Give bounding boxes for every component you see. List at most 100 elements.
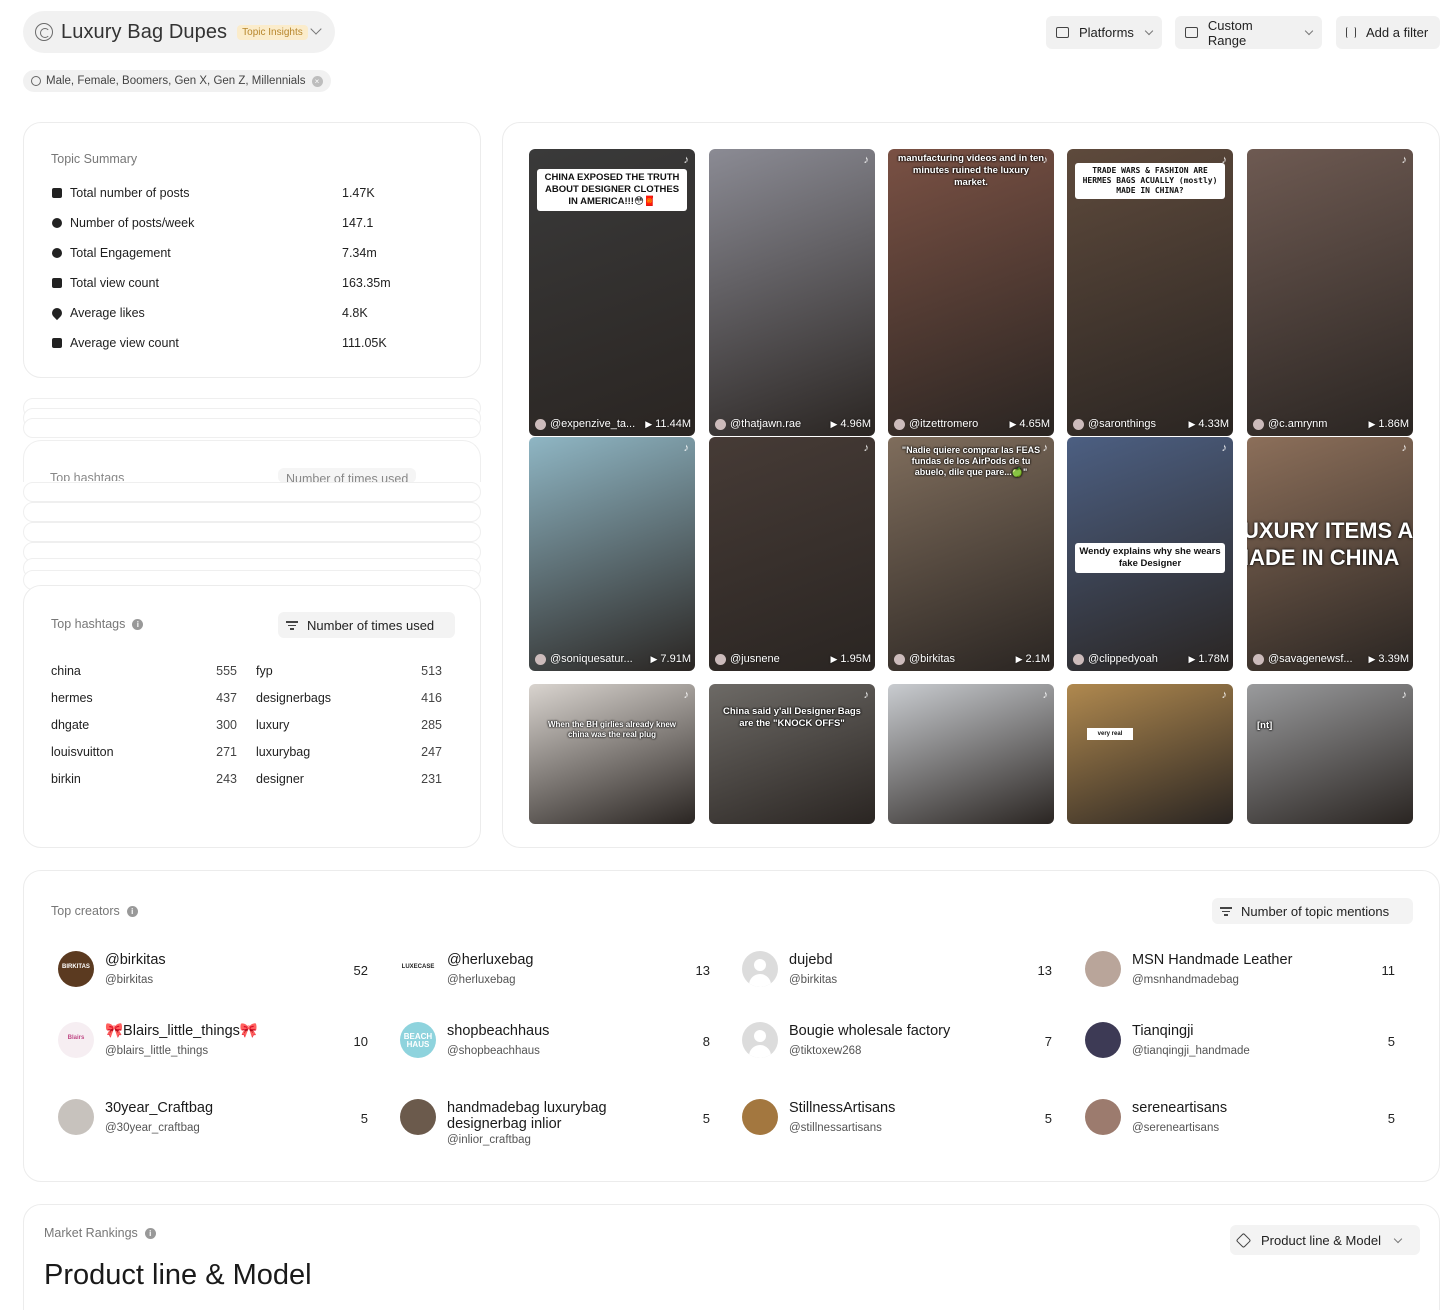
demographics-filter-chip[interactable]: Male, Female, Boomers, Gen X, Gen Z, Mil… (23, 70, 331, 92)
creator-avatar (894, 418, 905, 430)
video-thumbnail[interactable]: ♪ UXURY ITEMS A IADE IN CHINA @savagenewsf… (1247, 437, 1413, 671)
hashtag-count: 285 (421, 718, 442, 732)
creator-row[interactable]: LUXECASE @herluxebag @herluxebag 13 (390, 948, 710, 990)
video-creator-handle[interactable]: @itzettromero (909, 418, 1010, 430)
tiktok-icon: ♪ (683, 154, 690, 166)
creator-avatar (742, 951, 778, 987)
creator-row[interactable]: sereneartisans @sereneartisans 5 (1075, 1096, 1395, 1138)
video-thumbnail[interactable]: ♪ manufacturing videos and in ten minutes… (888, 149, 1054, 436)
video-thumbnail[interactable]: ♪ TRADE WARS & FASHION ARE HERMES BAGS AC… (1067, 149, 1233, 436)
video-thumbnail[interactable]: ♪ [nt] (1247, 684, 1413, 824)
hashtag-count: 247 (421, 745, 442, 759)
add-filter-button[interactable]: Add a filter (1336, 16, 1440, 49)
video-thumbnail[interactable]: ♪ @soniquesatur... ▶ 7.91M (529, 437, 695, 671)
creator-row[interactable]: BIRKITAS @birkitas @birkitas 52 (48, 948, 368, 990)
video-creator-handle[interactable]: @jusnene (730, 653, 831, 665)
video-thumbnail[interactable]: ♪ @c.amrynm ▶ 1.86M (1247, 149, 1413, 436)
hashtag-item[interactable]: luxurybag 247 (256, 745, 442, 759)
video-meta: @clippedyoah ▶ 1.78M (1073, 653, 1229, 665)
hashtag-item[interactable]: birkin 243 (51, 772, 237, 786)
summary-row-label: Total view count (70, 276, 159, 290)
hashtag-item[interactable]: designer 231 (256, 772, 442, 786)
hashtag-item[interactable]: luxury 285 (256, 718, 442, 732)
creator-avatar-text: BEACH HAUS (403, 1032, 433, 1049)
video-thumbnail[interactable]: ♪ CHINA EXPOSED THE TRUTH ABOUT DESIGNER … (529, 149, 695, 436)
hashtag-item[interactable]: louisvuitton 271 (51, 745, 237, 759)
remove-filter-icon[interactable]: × (311, 75, 323, 87)
creator-sort-button[interactable]: Number of topic mentions (1212, 898, 1413, 924)
market-rankings-title: Market Rankings (44, 1226, 138, 1240)
creator-row[interactable]: BEACH HAUS shopbeachhaus @shopbeachhaus 8 (390, 1019, 710, 1061)
hashtag-count: 416 (421, 691, 442, 705)
platforms-button[interactable]: Platforms (1046, 16, 1162, 49)
video-thumbnail[interactable]: ♪ @jusnene ▶ 1.95M (709, 437, 875, 671)
video-views: 3.39M (1378, 653, 1409, 665)
tiktok-icon: ♪ (1401, 689, 1408, 701)
video-creator-handle[interactable]: @c.amrynm (1268, 418, 1369, 430)
hashtag-item[interactable]: hermes 437 (51, 691, 237, 705)
view-count-icon (52, 278, 62, 288)
tiktok-icon: ♪ (683, 442, 690, 454)
date-range-button[interactable]: Custom Range (1175, 16, 1322, 49)
video-thumbnail[interactable]: ♪ "Nadie quiere comprar las FEAS fundas d… (888, 437, 1054, 671)
hashtag-item[interactable]: dhgate 300 (51, 718, 237, 732)
topic-icon (35, 23, 53, 41)
posts-icon (52, 188, 62, 198)
creator-row[interactable]: Blairs 🎀Blairs_little_things🎀 @blairs_litt… (48, 1019, 368, 1061)
creator-handle: @30year_craftbag (105, 1122, 200, 1134)
creator-row[interactable]: 30year_Craftbag @30year_craftbag 5 (48, 1096, 368, 1138)
creator-mention-count: 5 (702, 1111, 710, 1126)
hashtag-item[interactable]: designerbags 416 (256, 691, 442, 705)
video-thumbnail[interactable]: ♪ very real (1067, 684, 1233, 824)
creator-row[interactable]: handmadebag luxurybag designerbag inlior… (390, 1096, 710, 1146)
creator-row[interactable]: MSN Handmade Leather @msnhandmadebag 11 (1075, 948, 1395, 990)
hashtag-sort-button[interactable]: Number of times used (278, 612, 455, 638)
creator-avatar (1085, 1022, 1121, 1058)
creator-name: sereneartisans (1132, 1100, 1228, 1116)
creator-row[interactable]: Bougie wholesale factory @tiktoxew268 7 (732, 1019, 1052, 1061)
creator-row[interactable]: StillnessArtisans @stillnessartisans 5 (732, 1096, 1052, 1138)
hashtag-item[interactable]: china 555 (51, 664, 237, 678)
play-icon: ▶ (645, 418, 653, 429)
play-icon: ▶ (1368, 653, 1376, 664)
creator-row[interactable]: Tianqingji @tianqingji_handmade 5 (1075, 1019, 1395, 1061)
platforms-icon (1056, 27, 1069, 38)
creator-handle: @stillnessartisans (789, 1122, 882, 1134)
video-creator-handle[interactable]: @expenzive_ta... (550, 418, 645, 430)
video-thumbnail[interactable]: ♪ (888, 684, 1054, 824)
creator-handle: @blairs_little_things (105, 1045, 209, 1057)
creator-row[interactable]: dujebd @birkitas 13 (732, 948, 1052, 990)
video-thumbnail[interactable]: ♪ @thatjawn.rae ▶ 4.96M (709, 149, 875, 436)
hashtag-item[interactable]: fyp 513 (256, 664, 442, 678)
stacked-card-edge (23, 418, 481, 438)
tiktok-icon: ♪ (863, 442, 870, 454)
top-creators-label: Top creators i (51, 904, 138, 918)
topic-summary-card: Topic Summary Total number of posts 1.47… (23, 122, 481, 378)
video-thumbnail[interactable]: ♪ When the BH girlies already knew china … (529, 684, 695, 824)
video-creator-handle[interactable]: @clippedyoah (1088, 653, 1189, 665)
hashtag-name: luxurybag (256, 745, 311, 759)
video-caption: TRADE WARS & FASHION ARE HERMES BAGS ACU… (1075, 163, 1225, 199)
video-creator-handle[interactable]: @soniquesatur... (550, 653, 651, 665)
play-icon: ▶ (1188, 653, 1196, 664)
hashtag-sort-label: Number of times used (307, 617, 435, 633)
stacked-card-edge (23, 482, 481, 502)
video-creator-handle[interactable]: @thatjawn.rae (730, 418, 831, 430)
info-icon[interactable]: i (126, 905, 138, 917)
play-icon: ▶ (830, 418, 838, 429)
add-filter-label: Add a filter (1366, 25, 1429, 40)
topic-selector[interactable]: Luxury Bag Dupes Topic Insights (23, 11, 335, 53)
top-videos-card: ♪ CHINA EXPOSED THE TRUTH ABOUT DESIGNER … (502, 122, 1440, 848)
video-thumbnail[interactable]: ♪ Wendy explains why she wears fake Desig… (1067, 437, 1233, 671)
video-creator-handle[interactable]: @birkitas (909, 653, 1016, 665)
video-creator-handle[interactable]: @saronthings (1088, 418, 1189, 430)
info-icon[interactable]: i (132, 618, 144, 630)
product-line-dropdown[interactable]: Product line & Model (1230, 1225, 1420, 1255)
video-creator-handle[interactable]: @savagenewsf... (1268, 653, 1369, 665)
summary-row-label: Total Engagement (70, 246, 171, 260)
creator-avatar (400, 1099, 436, 1135)
info-icon[interactable]: i (144, 1227, 156, 1239)
cube-icon (1235, 1232, 1252, 1248)
video-thumbnail[interactable]: ♪ China said y'all Designer Bags are the … (709, 684, 875, 824)
demographics-label: Male, Female, Boomers, Gen X, Gen Z, Mil… (46, 75, 306, 87)
